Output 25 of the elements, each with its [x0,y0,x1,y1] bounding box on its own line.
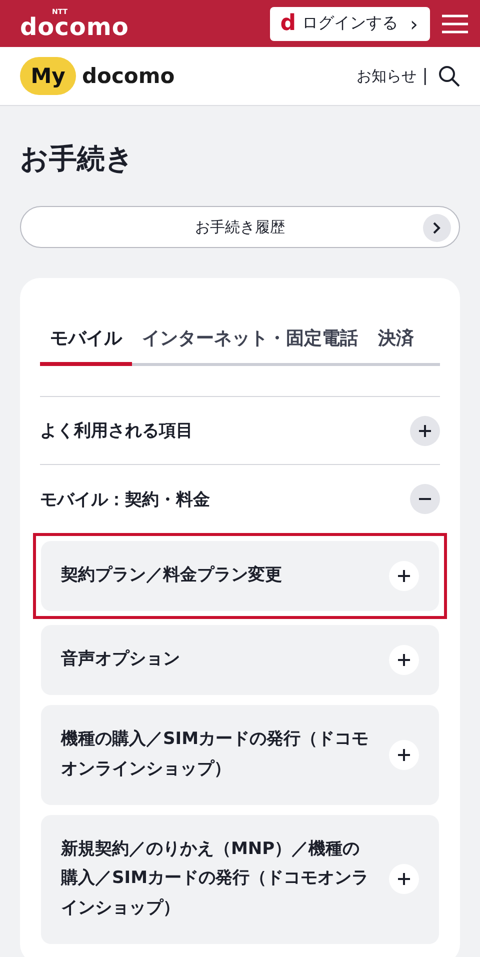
menu-icon[interactable] [442,14,468,34]
history-button[interactable]: お手続き履歴 [20,206,460,248]
login-button[interactable]: d ログインする › [270,6,430,40]
search-icon[interactable] [438,65,460,87]
plus-icon [397,653,411,667]
accordion-header[interactable]: よく利用される項目 [40,397,440,465]
notice-link[interactable]: お知らせ [356,66,416,86]
accordion-item[interactable]: 新規契約／のりかえ（MNP）／機種の購入／SIMカードの発行（ドコモオンラインショップ） [41,814,439,944]
logo-text[interactable]: docomo [82,64,175,88]
accordion-item[interactable]: 機種の購入／SIMカードの発行（ドコモオンラインショップ） [41,705,439,804]
tab[interactable]: モバイル [40,326,132,366]
brand-logo[interactable]: docomo [20,16,129,38]
accordion-item[interactable]: 契約プラン／料金プラン変更 [41,541,439,611]
page-title: お手続き [19,141,135,176]
plus-icon [418,424,432,438]
separator: | [422,66,428,86]
plus-icon [397,748,411,762]
my-logo-badge[interactable]: My [20,57,76,95]
accordion-item[interactable]: 音声オプション [41,625,439,695]
plus-icon [397,569,411,583]
plus-icon [397,872,411,886]
chevron-right-icon [433,222,441,234]
tab[interactable]: インターネット・固定電話 [132,326,368,366]
tab[interactable]: 決済 [368,326,424,366]
accordion-header[interactable]: モバイル：契約・料金 [40,465,440,533]
